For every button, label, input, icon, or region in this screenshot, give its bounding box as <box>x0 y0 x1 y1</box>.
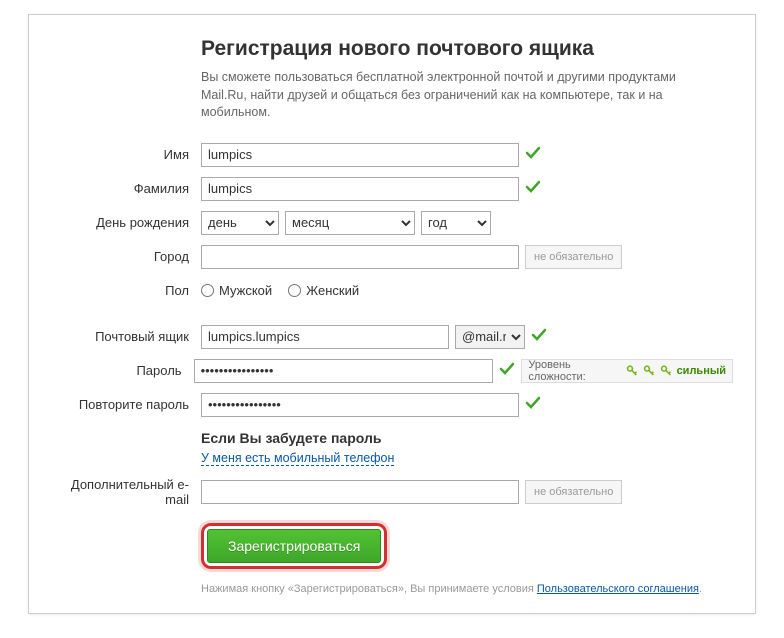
gender-female-radio[interactable]: Женский <box>288 283 359 298</box>
gender-male-label: Мужской <box>219 283 272 298</box>
registration-card: Регистрация нового почтового ящика Вы см… <box>28 14 756 614</box>
firstname-input[interactable] <box>201 143 519 167</box>
password-input[interactable] <box>194 359 494 383</box>
optional-badge: не обязательно <box>525 480 622 504</box>
alt-email-input[interactable] <box>201 480 519 504</box>
strength-value: сильный <box>677 365 726 377</box>
key-icon <box>660 364 673 378</box>
page-title: Регистрация нового почтового ящика <box>201 37 733 61</box>
mailbox-domain-select[interactable]: @mail.ru <box>455 325 525 349</box>
confirm-password-input[interactable] <box>201 393 519 417</box>
password-label: Пароль <box>51 363 194 378</box>
mobile-phone-link[interactable]: У меня есть мобильный телефон <box>201 451 394 466</box>
check-icon <box>525 145 541 164</box>
confirm-password-label: Повторите пароль <box>51 397 201 412</box>
terms-text: Нажимая кнопку «Зарегистрироваться», Вы … <box>201 583 733 595</box>
check-icon <box>531 327 547 346</box>
birthday-month-select[interactable]: месяц <box>285 211 415 235</box>
birthday-label: День рождения <box>51 215 201 230</box>
forgot-title: Если Вы забудете пароль <box>201 430 733 446</box>
terms-prefix: Нажимая кнопку «Зарегистрироваться», Вы … <box>201 583 537 595</box>
gender-male-input[interactable] <box>201 284 214 297</box>
birthday-year-select[interactable]: год <box>421 211 491 235</box>
gender-male-radio[interactable]: Мужской <box>201 283 272 298</box>
terms-link[interactable]: Пользовательского соглашения <box>537 583 699 595</box>
firstname-label: Имя <box>51 147 201 162</box>
password-strength-badge: Уровень сложности: сильный <box>521 359 733 383</box>
lastname-input[interactable] <box>201 177 519 201</box>
key-icon <box>643 364 656 378</box>
birthday-day-select[interactable]: день <box>201 211 279 235</box>
page-subtitle: Вы сможете пользоваться бесплатной элект… <box>201 69 711 122</box>
mailbox-label: Почтовый ящик <box>51 329 201 344</box>
gender-female-input[interactable] <box>288 284 301 297</box>
key-icon <box>626 364 639 378</box>
lastname-label: Фамилия <box>51 181 201 196</box>
check-icon <box>525 179 541 198</box>
city-input[interactable] <box>201 245 519 269</box>
gender-female-label: Женский <box>306 283 359 298</box>
submit-highlight: Зарегистрироваться <box>201 523 387 569</box>
check-icon <box>499 361 515 380</box>
alt-email-label: Дополнительный e-mail <box>51 477 201 507</box>
strength-label: Уровень сложности: <box>528 359 622 383</box>
check-icon <box>525 395 541 414</box>
terms-suffix: . <box>699 583 702 595</box>
city-label: Город <box>51 249 201 264</box>
optional-badge: не обязательно <box>525 245 622 269</box>
mailbox-name-input[interactable] <box>201 325 449 349</box>
submit-button[interactable]: Зарегистрироваться <box>207 529 381 563</box>
gender-label: Пол <box>51 283 201 298</box>
